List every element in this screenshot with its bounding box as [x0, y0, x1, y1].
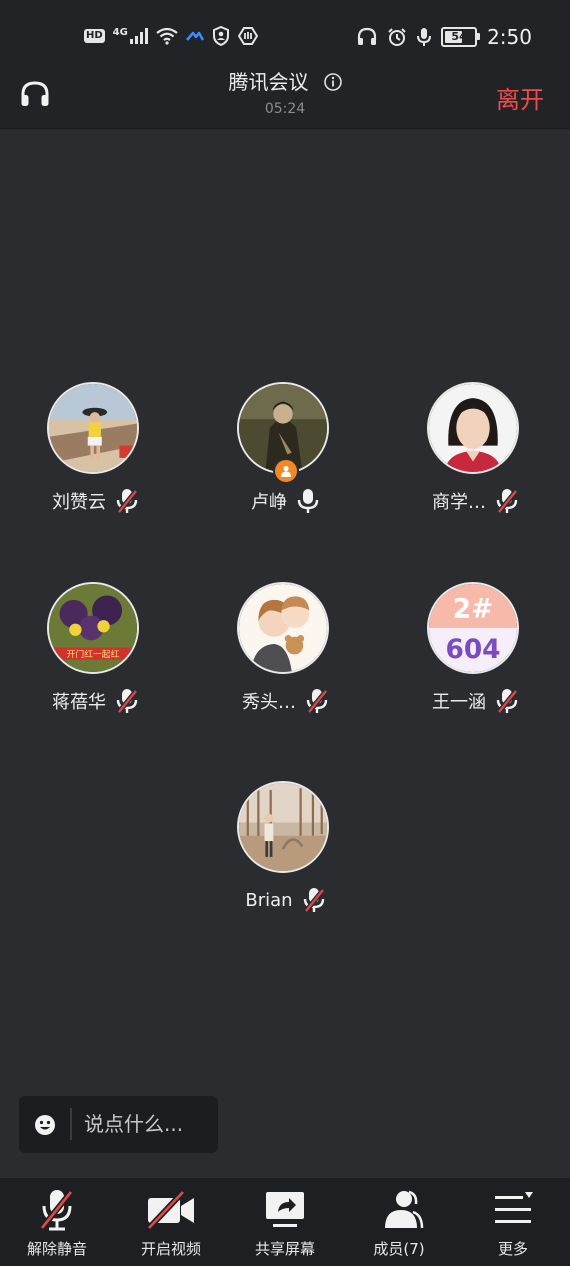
leave-button[interactable]: 离开: [496, 80, 544, 115]
hd-badge: HD: [84, 29, 105, 43]
mic-muted-icon: [496, 489, 518, 514]
members-button[interactable]: 成员(7): [342, 1178, 456, 1266]
microphone-status-icon: [417, 28, 432, 46]
more-button[interactable]: 更多: [456, 1178, 570, 1266]
meeting-toolbar: 解除静音 开启视频 共享屏幕 成员(7) 更多: [0, 1178, 570, 1266]
mic-on-icon: [297, 489, 319, 513]
signal-icon: 4G: [113, 28, 148, 44]
participant-avatar: 2# 604: [427, 582, 519, 674]
clock: 2:50: [487, 25, 532, 49]
meeting-info-icon[interactable]: [323, 73, 342, 91]
participant-tile[interactable]: 卢峥: [190, 382, 380, 542]
avatar-banner-text: 开门红一起红: [67, 648, 120, 660]
mic-muted-icon: [39, 1190, 74, 1231]
participant-name: 秀头…: [242, 692, 296, 713]
members-icon: [385, 1190, 424, 1229]
start-video-button[interactable]: 开启视频: [114, 1178, 228, 1266]
participant-tile[interactable]: 开门红一起红 蒋蓓华: [0, 582, 190, 742]
more-menu-icon: [495, 1192, 533, 1223]
participant-avatar: [237, 582, 329, 674]
hand-icon: [237, 27, 258, 45]
meeting-header: 腾讯会议 05:24 离开: [0, 70, 570, 129]
members-label: 成员(7): [373, 1240, 425, 1258]
battery-icon: 54: [441, 27, 481, 47]
participant-name: 王一涵: [432, 692, 486, 713]
participant-name: 商学…: [432, 492, 486, 513]
participant-avatar: [427, 382, 519, 474]
participant-tile[interactable]: 秀头…: [190, 582, 380, 742]
participant-tile[interactable]: 商学…: [380, 382, 570, 542]
more-label: 更多: [497, 1240, 528, 1258]
battery-level: 54: [451, 30, 467, 43]
share-screen-icon: [266, 1192, 304, 1227]
participant-avatar: 开门红一起红: [47, 582, 139, 674]
video-off-icon: [146, 1189, 194, 1231]
mic-muted-icon: [303, 888, 325, 913]
participant-name: 蒋蓓华: [52, 692, 106, 713]
participant-avatar: [47, 382, 139, 474]
network-type: 4G: [112, 27, 128, 38]
avatar-top-text: 2#: [453, 593, 493, 624]
share-screen-button[interactable]: 共享屏幕: [228, 1178, 342, 1266]
mic-muted-icon: [116, 689, 138, 714]
wifi-icon: [156, 27, 178, 45]
participant-tile[interactable]: Brian: [190, 781, 380, 941]
chat-input[interactable]: 说点什么...: [19, 1096, 218, 1153]
status-bar: HD 4G 54 2:50: [0, 0, 570, 70]
participant-name: Brian: [245, 889, 293, 911]
participant-tile[interactable]: 2# 604 王一涵: [380, 582, 570, 742]
vpn-shield-icon: [212, 26, 229, 46]
mic-muted-icon: [306, 689, 328, 714]
tencent-meeting-status-icon: [185, 31, 204, 41]
chat-placeholder: 说点什么...: [84, 1112, 184, 1136]
headset-status-icon: [357, 27, 377, 45]
unmute-button[interactable]: 解除静音: [0, 1178, 114, 1266]
chat-divider: [70, 1108, 72, 1140]
meeting-title: 腾讯会议: [228, 70, 309, 94]
alarm-icon: [388, 28, 406, 46]
participant-avatar: [237, 781, 329, 873]
host-badge-icon: [273, 458, 299, 484]
participant-tile[interactable]: 刘赞云: [0, 382, 190, 542]
emoji-icon[interactable]: [34, 1114, 56, 1136]
meeting-timer: 05:24: [264, 101, 306, 117]
share-screen-label: 共享屏幕: [254, 1240, 315, 1258]
start-video-label: 开启视频: [140, 1240, 201, 1258]
mic-muted-icon: [496, 689, 518, 714]
unmute-label: 解除静音: [26, 1240, 87, 1258]
mic-muted-icon: [116, 489, 138, 514]
avatar-bottom-text: 604: [445, 634, 500, 665]
participant-name: 卢峥: [251, 492, 287, 513]
participant-name: 刘赞云: [52, 492, 106, 513]
